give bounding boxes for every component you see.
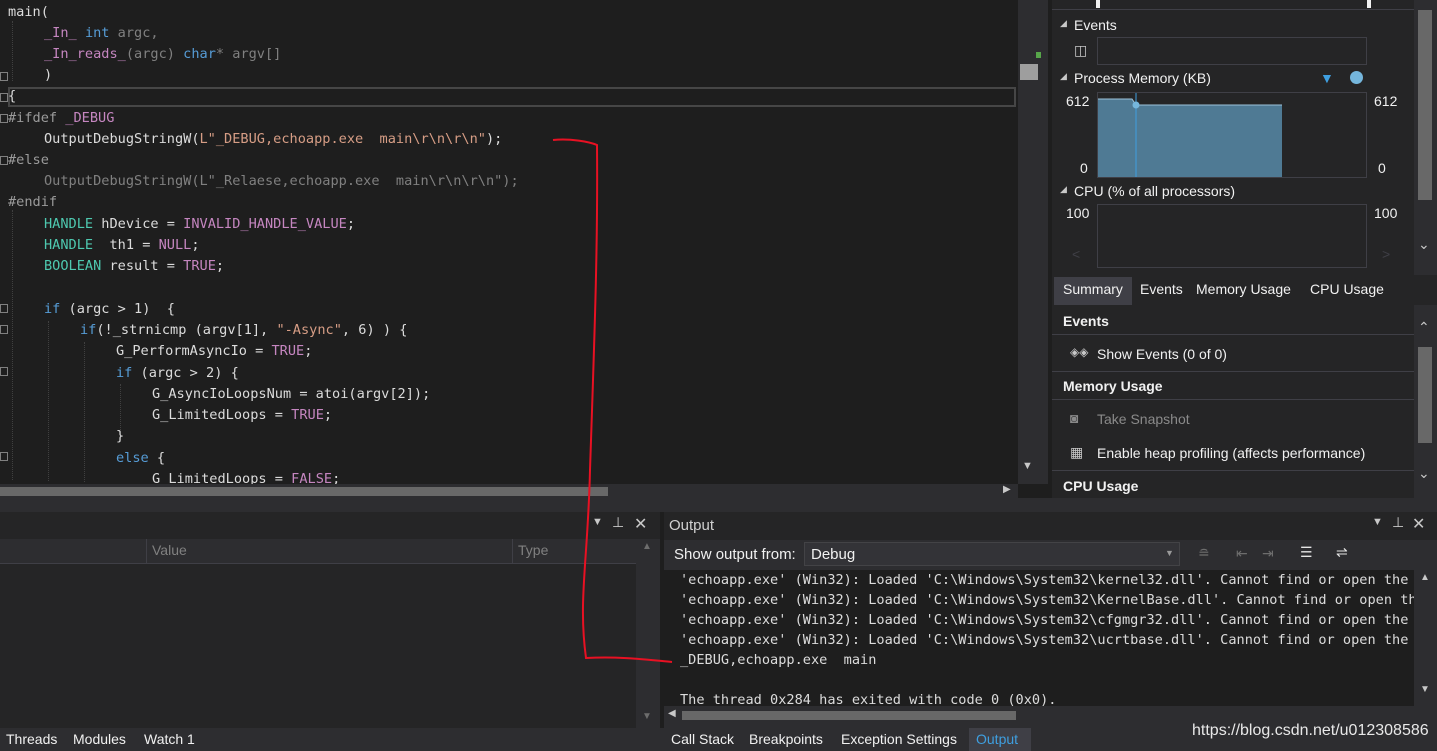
red-annotation-arrow — [552, 138, 673, 663]
annotation-line — [552, 138, 673, 663]
